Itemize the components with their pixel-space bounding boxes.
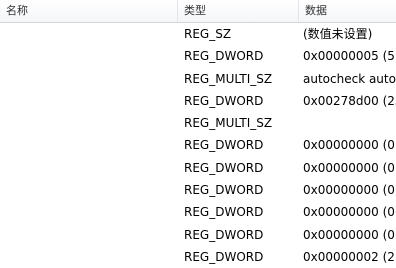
table-row[interactable]: 010110AutoChkTimeOutREG_DWORD0x00000005 … — [0, 45, 396, 67]
data-cell: 0x00000000 (0) — [303, 227, 396, 242]
data-cell: 0x00000002 (2) — [303, 249, 396, 264]
data-cell: (数值未设置) — [303, 27, 373, 41]
column-header-name[interactable]: 名称 — [0, 0, 177, 22]
data-cell: 0x00000000 (0) — [303, 160, 396, 175]
column-header-type[interactable]: 类型 — [177, 0, 298, 22]
type-cell: REG_DWORD — [184, 183, 264, 198]
list-header: 名称 类型 数据 — [0, 0, 396, 23]
table-row[interactable]: abExcludeFromKnownDllsREG_MULTI_SZ — [0, 112, 396, 134]
data-cell: 0x00000000 (0) — [303, 138, 396, 153]
table-row[interactable]: ab(默认)REG_SZ(数值未设置) — [0, 23, 396, 45]
table-row[interactable]: 010110NumberOfInitialSessi...REG_DWORD0x… — [0, 246, 396, 268]
type-cell: REG_DWORD — [184, 138, 264, 153]
type-cell: REG_DWORD — [184, 160, 264, 175]
table-row[interactable]: 010110HeapSegmentReserveREG_DWORD0x00000… — [0, 224, 396, 246]
column-header-data[interactable]: 数据 — [298, 0, 396, 22]
type-cell: REG_MULTI_SZ — [184, 71, 273, 86]
data-cell: autocheck autoc — [303, 71, 396, 86]
registry-value-list: ab(默认)REG_SZ(数值未设置)010110AutoChkTimeOutR… — [0, 23, 396, 268]
table-row[interactable]: 010110HeapSegmentCommitREG_DWORD0x000000… — [0, 201, 396, 223]
table-row[interactable]: 010110HeapDeCommitFreeBlo...REG_DWORD0x0… — [0, 157, 396, 179]
type-cell: REG_DWORD — [184, 49, 264, 64]
type-cell: REG_DWORD — [184, 249, 264, 264]
data-cell: 0x00000000 (0) — [303, 183, 396, 198]
type-cell: REG_MULTI_SZ — [184, 116, 273, 131]
type-cell: REG_SZ — [184, 27, 232, 41]
table-row[interactable]: 010110HeapDeCommitTotalFre...REG_DWORD0x… — [0, 179, 396, 201]
data-cell: 0x00000000 (0) — [303, 205, 396, 220]
type-cell: REG_DWORD — [184, 205, 264, 220]
data-cell: 0x00000005 (5) — [303, 49, 396, 64]
data-cell: 0x00278d00 (25 — [303, 93, 396, 108]
type-cell: REG_DWORD — [184, 227, 264, 242]
type-cell: REG_DWORD — [184, 93, 264, 108]
table-row[interactable]: 010110GlobalFlagREG_DWORD0x00000000 (0) — [0, 134, 396, 156]
table-row[interactable]: 010110CriticalSectionTimeoutREG_DWORD0x0… — [0, 90, 396, 112]
table-row[interactable]: abBootExecuteREG_MULTI_SZautocheck autoc — [0, 68, 396, 90]
